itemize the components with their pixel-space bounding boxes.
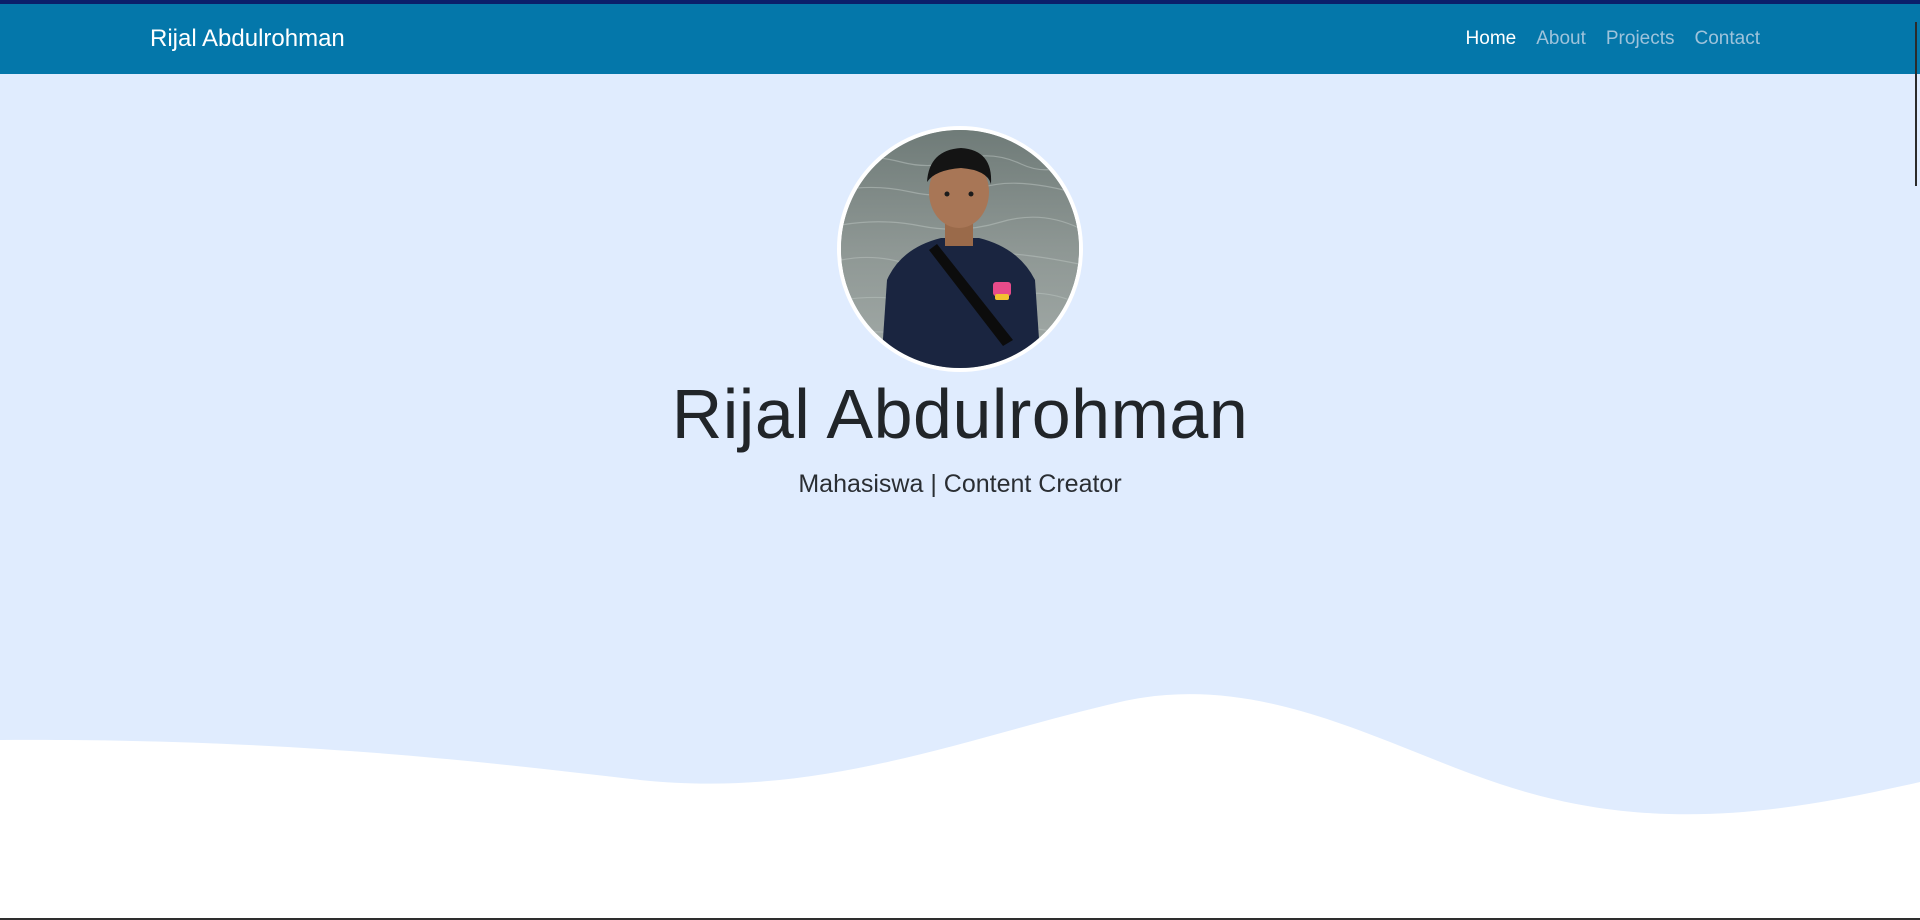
nav-link-about[interactable]: About bbox=[1536, 28, 1586, 50]
page-scrollbar[interactable] bbox=[1910, 0, 1920, 920]
navbar-brand[interactable]: Rijal Abdulrohman bbox=[150, 4, 345, 74]
hero-name: Rijal Abdulrohman bbox=[671, 375, 1249, 453]
hero-subtitle: Mahasiswa | Content Creator bbox=[798, 470, 1122, 498]
profile-avatar bbox=[837, 126, 1083, 372]
wave-divider bbox=[0, 694, 1920, 920]
page: Rijal Abdulrohman Home About Projects Co… bbox=[0, 0, 1920, 920]
nav-link-projects[interactable]: Projects bbox=[1606, 28, 1675, 50]
nav-link-home[interactable]: Home bbox=[1466, 28, 1517, 50]
navbar: Rijal Abdulrohman Home About Projects Co… bbox=[0, 4, 1920, 74]
nav-links: Home About Projects Contact bbox=[1466, 4, 1760, 74]
profile-photo-icon bbox=[841, 130, 1079, 368]
scrollbar-thumb[interactable] bbox=[1915, 22, 1917, 186]
hero-section: Rijal Abdulrohman Mahasiswa | Content Cr… bbox=[0, 74, 1920, 920]
nav-link-contact[interactable]: Contact bbox=[1695, 28, 1760, 50]
